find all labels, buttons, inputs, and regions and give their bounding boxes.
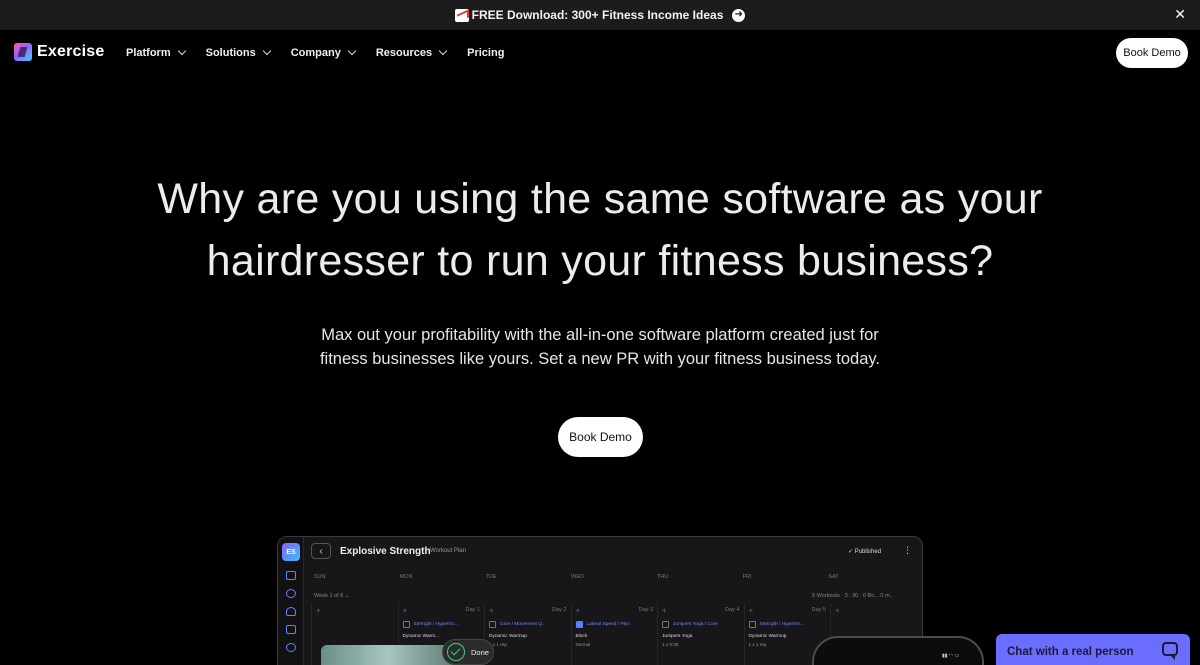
checkbox bbox=[748, 620, 756, 628]
chevron-down-icon bbox=[347, 46, 357, 56]
nav-item-label: Company bbox=[290, 47, 341, 59]
hero-subtitle: Max out your profitability with the all-… bbox=[0, 323, 1200, 371]
nav-menu: Platform Solutions Company Resources Pri… bbox=[126, 46, 525, 59]
checkbox bbox=[662, 620, 669, 628]
workout-name: Strength / Hypertro... bbox=[413, 621, 459, 627]
back-button: ‹ bbox=[311, 543, 331, 559]
workout-card-header: Jumpers Yoga / Core bbox=[662, 619, 740, 629]
hero-title-line-2: hairdresser to run your fitness business… bbox=[206, 237, 994, 285]
nav-item-label: Resources bbox=[375, 47, 433, 59]
avatar: ES bbox=[282, 543, 300, 561]
group-icon bbox=[286, 625, 296, 634]
workout-card-header: Strength / Hypertro... bbox=[402, 619, 481, 629]
day-label: Day 1 bbox=[465, 607, 480, 613]
day-header: MON bbox=[399, 574, 413, 580]
workouts-summary: 5 Workouts · 3 : 30 : 0 Bo... 0 m.. bbox=[812, 593, 893, 599]
calendar-icon bbox=[286, 571, 296, 580]
workout-name: Core / Movement Q... bbox=[500, 621, 546, 627]
arrow-right-icon[interactable]: ➜ bbox=[732, 8, 746, 22]
day-column: + Day 3 Lateral Speed / Plyo Block Norma… bbox=[570, 603, 658, 665]
nav-item-company[interactable]: Company bbox=[290, 46, 357, 59]
day-label: Day 5 bbox=[811, 607, 826, 613]
day-column: + Day 4 Jumpers Yoga / Core Jumpers Yoga… bbox=[657, 603, 744, 665]
nav-item-platform[interactable]: Platform bbox=[126, 46, 186, 59]
day-label: Day 3 bbox=[638, 607, 653, 613]
announcement-text[interactable]: FREE Download: 300+ Fitness Income Ideas bbox=[472, 8, 724, 22]
day-header: SAT bbox=[828, 574, 839, 580]
logo[interactable]: Exercise bbox=[14, 43, 104, 61]
workout-name: Strength / Hypertro... bbox=[759, 621, 805, 627]
week-selector: Week 1 of 6 ⌄ bbox=[314, 593, 350, 599]
hero-title-line-1: Why are you using the same software as y… bbox=[157, 175, 1043, 223]
brand-name: Exercise bbox=[37, 43, 105, 60]
exercise-detail: 1 x 1 rep bbox=[748, 642, 767, 647]
day-header: WED bbox=[571, 574, 584, 580]
exercise-detail: 1 x 0:30 bbox=[662, 642, 679, 647]
day-header: TUE bbox=[485, 574, 497, 580]
exercise-detail: Normal bbox=[575, 642, 591, 647]
exercise-detail: 1 x 1 rep bbox=[489, 642, 507, 647]
plan-title: Explosive Strength bbox=[340, 546, 431, 557]
day-header: THU bbox=[656, 574, 669, 580]
workout-card-header: Strength / Hypertro... bbox=[748, 619, 827, 629]
done-label: Done bbox=[471, 647, 489, 657]
chat-bubble-icon bbox=[1162, 642, 1178, 660]
chevron-down-icon bbox=[438, 46, 448, 56]
phone-status-icons: ▮▮ ◠ ▭ bbox=[942, 653, 960, 659]
chevron-down-icon bbox=[177, 46, 186, 56]
day-label: Day 4 bbox=[725, 607, 740, 613]
nav-item-label: Platform bbox=[126, 47, 171, 59]
hero-title: Why are you using the same software as y… bbox=[0, 168, 1200, 292]
add-icon: + bbox=[835, 606, 840, 615]
exercise-name: Jumpers Yoga bbox=[662, 634, 693, 639]
plan-tag: Workout Plan bbox=[430, 548, 466, 554]
phone-mockup: ▮▮ ◠ ▭ bbox=[812, 636, 984, 665]
day-label: Day 2 bbox=[552, 607, 567, 613]
hero-subtitle-line-2: fitness businesses like yours. Set a new… bbox=[319, 350, 881, 368]
nav-item-label: Pricing bbox=[467, 47, 505, 59]
book-demo-nav-button[interactable]: Book Demo bbox=[1116, 38, 1188, 68]
announcement-bar[interactable]: FREE Download: 300+ Fitness Income Ideas… bbox=[0, 0, 1200, 30]
workout-card-header: Lateral Speed / Plyo bbox=[575, 619, 654, 629]
workout-card-header: Core / Movement Q... bbox=[489, 619, 567, 629]
close-icon[interactable]: ✕ bbox=[1174, 7, 1186, 21]
dollar-icon bbox=[286, 589, 296, 598]
check-icon bbox=[447, 643, 465, 661]
day-headers: SUN MON TUE WED THU FRI SAT bbox=[314, 574, 914, 580]
checkbox-checked bbox=[575, 620, 583, 628]
add-icon: + bbox=[316, 606, 321, 615]
chat-label: Chat with a real person bbox=[1007, 645, 1134, 658]
main-nav: Exercise Platform Solutions Company Reso… bbox=[0, 30, 1200, 76]
hero-subtitle-line-1: Max out your profitability with the all-… bbox=[321, 326, 879, 344]
exercise-name: Block bbox=[575, 634, 588, 639]
day-column: + Day 2 Core / Movement Q... Dynamic War… bbox=[484, 603, 571, 665]
chat-widget-button[interactable]: Chat with a real person bbox=[996, 634, 1190, 665]
workout-photo bbox=[321, 645, 456, 665]
more-icon: ⋮ bbox=[903, 545, 912, 555]
checkbox bbox=[402, 620, 410, 628]
done-badge: Done bbox=[442, 639, 494, 665]
nav-item-label: Solutions bbox=[205, 47, 256, 59]
nav-item-solutions[interactable]: Solutions bbox=[205, 46, 271, 59]
workout-name: Lateral Speed / Plyo bbox=[586, 621, 630, 627]
chart-emoji-icon bbox=[454, 8, 469, 22]
settings-icon bbox=[286, 643, 296, 652]
day-header: SUN bbox=[314, 574, 326, 580]
user-icon bbox=[286, 607, 296, 616]
nav-item-resources[interactable]: Resources bbox=[375, 46, 448, 59]
nav-item-pricing[interactable]: Pricing bbox=[467, 47, 504, 59]
workout-name: Jumpers Yoga / Core bbox=[673, 621, 718, 627]
logo-mark-icon bbox=[14, 43, 32, 61]
published-status: ✓ Published bbox=[848, 549, 882, 555]
book-demo-hero-button[interactable]: Book Demo bbox=[558, 417, 643, 457]
chevron-down-icon bbox=[262, 46, 271, 56]
day-header: FRI bbox=[742, 574, 752, 580]
checkbox bbox=[489, 620, 496, 628]
exercise-name: Dynamic Warmup bbox=[489, 634, 527, 639]
exercise-name: Dynamic Warmup bbox=[748, 634, 787, 639]
app-side-rail: ES bbox=[278, 537, 304, 665]
